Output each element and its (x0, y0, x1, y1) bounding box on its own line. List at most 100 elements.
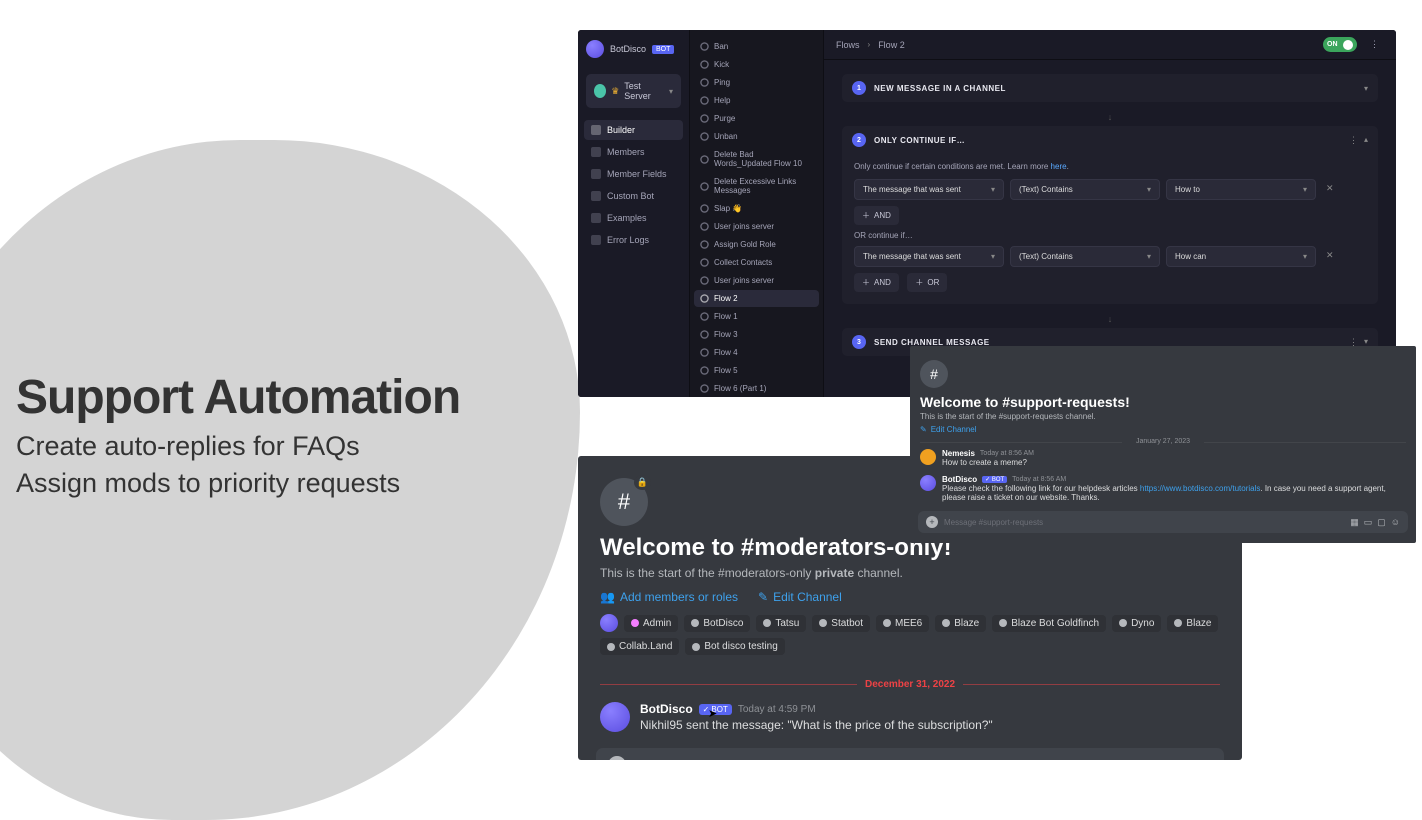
step2-num: 2 (852, 133, 866, 147)
flow-item[interactable]: Slap 👋 (694, 200, 819, 217)
msg2-time: Today at 8:56 AM (1012, 476, 1066, 483)
cond1-val-input[interactable]: How to▾ (1166, 179, 1316, 200)
cond2-val-input[interactable]: How can▾ (1166, 246, 1316, 267)
sup-edit-link[interactable]: ✎Edit Channel (920, 425, 1406, 434)
learn-more-link[interactable]: here (1051, 162, 1067, 171)
nav-logs[interactable]: Error Logs (584, 230, 683, 250)
flow-item[interactable]: User joins server (694, 218, 819, 235)
role-list: Admin BotDisco Tatsu Statbot MEE6 Blaze Blaze … (600, 614, 1220, 655)
cond2-remove-icon[interactable]: ✕ (1322, 246, 1338, 267)
cond2-op-select[interactable]: (Text) Contains▾ (1010, 246, 1160, 267)
emoji-icon[interactable]: ☺ (1391, 517, 1400, 528)
flow-arrow-icon: ↓ (842, 314, 1378, 324)
cond1-remove-icon[interactable]: ✕ (1322, 179, 1338, 200)
msg1-time: Today at 8:56 AM (980, 450, 1034, 457)
msg-author[interactable]: BotDisco (640, 702, 693, 716)
flow-item[interactable]: Ban (694, 38, 819, 55)
role-chip[interactable]: Admin (624, 615, 678, 632)
flow-item[interactable]: Assign Gold Role (694, 236, 819, 253)
divider-date: December 31, 2022 (865, 679, 955, 690)
step2-more-icon[interactable]: ⋮ (1349, 135, 1358, 146)
role-chip[interactable]: Blaze (935, 615, 986, 632)
pencil-icon: ✎ (758, 590, 768, 604)
primary-nav: BuilderMembersMember FieldsCustom BotExa… (578, 114, 689, 258)
flow-item[interactable]: Flow 4 (694, 344, 819, 361)
flow-item[interactable]: Delete Excessive Links Messages (694, 173, 819, 199)
bot-badge: BOT (652, 45, 674, 54)
attach-icon[interactable]: + (608, 756, 626, 760)
mod-subtitle: This is the start of the #moderators-onl… (600, 566, 1220, 580)
role-chip[interactable]: BotDisco (684, 615, 750, 632)
lock-icon: 🔒 (634, 475, 651, 490)
channel-hash-icon: # (920, 360, 948, 388)
topbar: Flows › Flow 2 ON ⋮ (824, 30, 1396, 60)
nav-examples[interactable]: Examples (584, 208, 683, 228)
app-logo: BotDisco BOT (578, 30, 689, 68)
breadcrumb-root[interactable]: Flows (836, 40, 860, 50)
nav-builder[interactable]: Builder (584, 120, 683, 140)
attach-icon[interactable]: + (926, 516, 938, 528)
flow-item[interactable]: Help (694, 92, 819, 109)
flow-item[interactable]: Collect Contacts (694, 254, 819, 271)
input-placeholder: Message #support-requests (944, 518, 1344, 527)
msg1-author[interactable]: Nemesis (942, 449, 975, 458)
role-chip[interactable]: Blaze (1167, 615, 1218, 632)
msg2-text: Please check the following link for our … (942, 484, 1406, 502)
add-and-button-2[interactable]: ＋AND (854, 273, 899, 292)
chevron-down-icon[interactable]: ▾ (1364, 84, 1368, 93)
msg-text: Nikhil95 sent the message: "What is the … (640, 718, 1220, 732)
message-input[interactable]: + Message #moderators-only (596, 748, 1224, 760)
role-chip[interactable]: Dyno (1112, 615, 1161, 632)
role-chip[interactable]: MEE6 (876, 615, 929, 632)
cond2-field-select[interactable]: The message that was sent▾ (854, 246, 1004, 267)
sticker-icon[interactable]: ▢ (1377, 517, 1386, 528)
step1-card[interactable]: 1 NEW MESSAGE IN A CHANNEL ▾ (842, 74, 1378, 102)
server-selector[interactable]: ♛ Test Server ▾ (586, 74, 681, 108)
role-chip[interactable]: Statbot (812, 615, 870, 632)
flow-item[interactable]: Flow 2 (694, 290, 819, 307)
more-menu-icon[interactable]: ⋮ (1365, 37, 1384, 52)
helpdesk-link[interactable]: https://www.botdisco.com/tutorials (1140, 484, 1261, 493)
promo-line2: Assign mods to priority requests (16, 468, 460, 499)
add-or-button[interactable]: ＋OR (907, 273, 947, 292)
sup-message-input[interactable]: + Message #support-requests ▦ ▭ ▢ ☺ (918, 511, 1408, 533)
flow-item[interactable]: Flow 3 (694, 326, 819, 343)
logo-text: BotDisco (610, 44, 646, 54)
person-plus-icon: 👥 (600, 590, 615, 604)
nav-fields[interactable]: Member Fields (584, 164, 683, 184)
flow-item[interactable]: Ping (694, 74, 819, 91)
flow-item[interactable]: Unban (694, 128, 819, 145)
pencil-icon: ✎ (920, 425, 927, 434)
gift-icon[interactable]: ▦ (1350, 517, 1359, 528)
flow-toggle[interactable]: ON (1323, 37, 1357, 52)
add-and-button[interactable]: ＋AND (854, 206, 899, 225)
flow-item[interactable]: Flow 5 (694, 362, 819, 379)
chevron-up-icon[interactable]: ▴ (1364, 135, 1368, 146)
role-chip[interactable]: Blaze Bot Goldfinch (992, 615, 1106, 632)
flow-item[interactable]: Purge (694, 110, 819, 127)
flow-item[interactable]: User joins server (694, 272, 819, 289)
flow-item[interactable]: Delete Bad Words_Updated Flow 10 (694, 146, 819, 172)
sup-msg1: NemesisToday at 8:56 AM How to create a … (910, 445, 1416, 471)
promo-text: Support Automation Create auto-replies f… (16, 370, 460, 499)
add-members-link[interactable]: 👥Add members or roles (600, 590, 738, 604)
bot-badge: ✓ BOT (982, 476, 1007, 483)
edit-channel-link[interactable]: ✎Edit Channel (758, 590, 842, 604)
flow-item[interactable]: Flow 6 (Part 1) (694, 380, 819, 397)
flow-item[interactable]: Flow 1 (694, 308, 819, 325)
cond1-field-select[interactable]: The message that was sent▾ (854, 179, 1004, 200)
flow-item[interactable]: Kick (694, 56, 819, 73)
sup-msg2: BotDisco ✓ BOT Today at 8:56 AM Please c… (910, 471, 1416, 506)
role-chip[interactable]: Collab.Land (600, 638, 679, 655)
avatar (600, 614, 618, 632)
gif-icon[interactable]: ▭ (1364, 517, 1373, 528)
channel-hash-icon: #🔒 (600, 478, 648, 526)
role-chip[interactable]: Tatsu (756, 615, 806, 632)
msg2-author[interactable]: BotDisco (942, 475, 977, 484)
flow-arrow-icon: ↓ (842, 112, 1378, 122)
nav-members[interactable]: Members (584, 142, 683, 162)
cond1-op-select[interactable]: (Text) Contains▾ (1010, 179, 1160, 200)
role-chip[interactable]: Bot disco testing (685, 638, 784, 655)
nav-bot[interactable]: Custom Bot (584, 186, 683, 206)
server-icon (594, 84, 606, 98)
